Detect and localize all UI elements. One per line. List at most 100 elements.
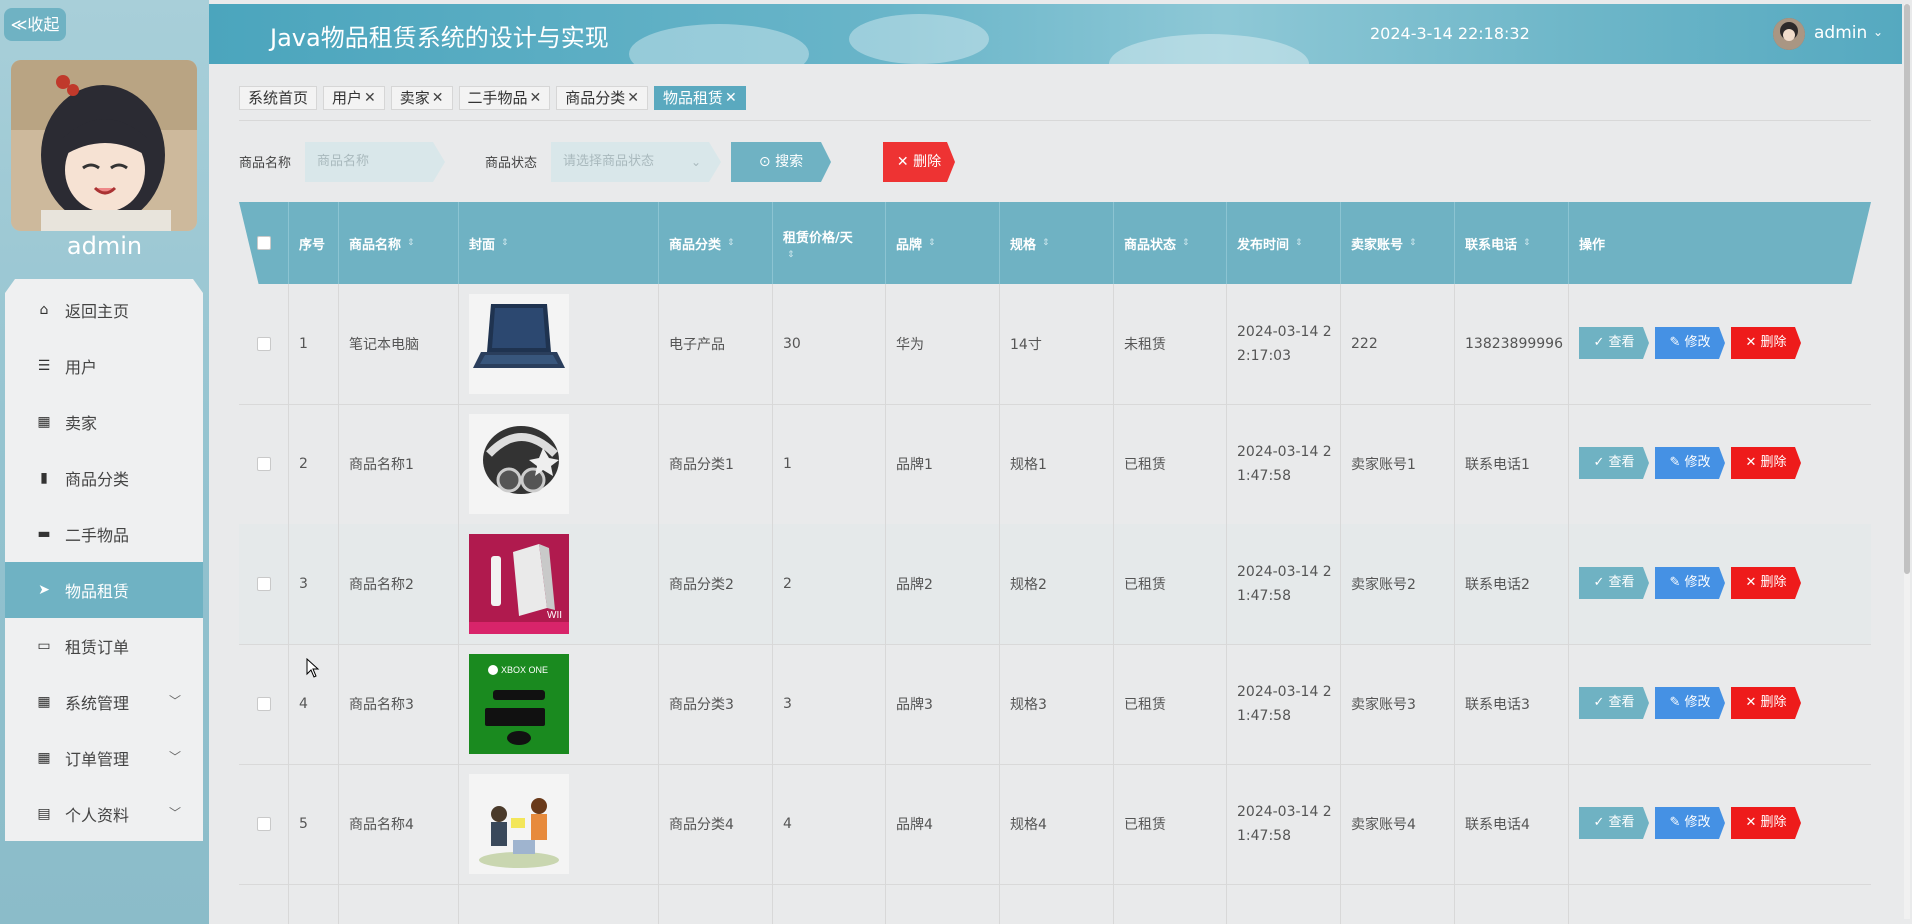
view-button[interactable]: ✓ 查看 [1579,327,1649,359]
cell-spec: 14寸 [1000,284,1114,404]
delete-button[interactable]: ✕ 删除 [1731,447,1801,479]
sidebar-item-orders[interactable]: ▦ 订单管理 ﹀ [5,730,203,786]
sidebar-item-rental-orders[interactable]: ▭ 租赁订单 [5,618,203,674]
grid-icon: ▦ [37,414,51,430]
status-filter-select[interactable]: 请选择商品状态 ⌄ [551,142,721,182]
cell-phone: 联系电话1 [1455,404,1569,524]
sort-icon[interactable]: ⇕ [1295,238,1303,248]
collapse-sidebar-button[interactable]: ≪收起 [4,8,66,41]
row-checkbox[interactable] [256,337,271,351]
cell-actions: ✓ 查看 ✎ 修改 ✕ 删除 [1569,404,1871,524]
sort-icon[interactable]: ⇕ [1409,238,1417,248]
row-checkbox[interactable] [256,577,271,591]
col-header-status[interactable]: 商品状态 ⇕ [1114,202,1227,284]
sidebar-item-sellers[interactable]: ▦ 卖家 [5,394,203,450]
row-checkbox[interactable] [256,697,271,711]
close-icon[interactable]: ✕ [432,87,444,109]
app-title: Java物品租赁系统的设计与实现 [270,24,609,52]
col-header-no[interactable]: 序号 [289,202,339,284]
col-header-brand[interactable]: 品牌 ⇕ [886,202,1000,284]
view-button[interactable]: ✓ 查看 [1579,567,1649,599]
row-checkbox[interactable] [256,817,271,831]
check-icon: ✓ [1593,695,1605,710]
delete-button[interactable]: ✕ 删除 [1731,807,1801,839]
col-header-actions: 操作 [1569,202,1871,284]
col-header-category[interactable]: 商品分类 ⇕ [659,202,773,284]
delete-button[interactable]: ✕ 删除 [1731,687,1801,719]
col-header-cover[interactable]: 封面 ⇕ [459,202,659,284]
view-button[interactable]: ✓ 查看 [1579,447,1649,479]
edit-button[interactable]: ✎ 修改 [1655,687,1725,719]
name-filter-input[interactable]: 商品名称 [305,142,445,182]
time-line: 1:47:58 [1237,828,1291,844]
row-checkbox[interactable] [256,457,271,471]
view-button[interactable]: ✓ 查看 [1579,687,1649,719]
edit-button[interactable]: ✎ 修改 [1655,447,1725,479]
table-row: 1 笔记本电脑 电子产品 30 华为 14寸 未租赁 2024-03-14 2 2:17:03… [239,284,1871,405]
tab-categories[interactable]: 商品分类 ✕ [556,86,649,110]
sort-icon[interactable]: ⇕ [787,250,795,260]
sidebar-item-categories[interactable]: ▮ 商品分类 [5,450,203,506]
tab-label: 二手物品 [467,89,528,107]
user-menu-name[interactable]: admin [1814,23,1867,43]
sidebar-item-users[interactable]: ☰ 用户 [5,338,203,394]
col-header-phone[interactable]: 联系电话 ⇕ [1455,202,1569,284]
sort-icon[interactable]: ⇕ [928,238,936,248]
scrollbar-thumb[interactable] [1904,4,1910,574]
sort-icon[interactable]: ⇕ [407,238,415,248]
sidebar-item-secondhand[interactable]: ▬ 二手物品 [5,506,203,562]
bulk-delete-button[interactable]: ✕ 删除 [883,142,955,182]
cell-empty [1114,884,1227,924]
cell-empty [886,884,1000,924]
col-label: 租赁价格/天 [783,230,853,246]
close-icon[interactable]: ✕ [530,87,542,109]
chevron-down-icon[interactable]: ⌄ [1873,25,1883,39]
sidebar-item-label: 个人资料 [65,806,130,825]
sidebar: ≪收起 admin ⌂ 返回主页 ☰ 用户 ▦ 卖家 ▮ 商品分类 ▬ 二手物品… [0,0,209,924]
close-icon[interactable]: ✕ [364,87,376,109]
close-icon[interactable]: ✕ [627,87,639,109]
delete-button[interactable]: ✕ 删除 [1731,327,1801,359]
select-all-checkbox[interactable] [256,236,271,250]
sidebar-item-rental[interactable]: ➤ 物品租赁 [5,562,203,618]
main-content: 系统首页 用户 ✕ 卖家 ✕ 二手物品 ✕ 商品分类 ✕ 物品租赁 ✕ 商品名称 商品名称… [209,64,1902,924]
view-button[interactable]: ✓ 查看 [1579,807,1649,839]
select-placeholder: 请选择商品状态 [563,154,655,169]
tab-home[interactable]: 系统首页 [239,86,318,110]
name-filter-label: 商品名称 [239,156,292,171]
close-icon[interactable]: ✕ [725,87,737,109]
close-icon: ✕ [1745,695,1757,710]
sidebar-item-home[interactable]: ⌂ 返回主页 [5,282,203,338]
cell-no: 3 [289,524,339,644]
col-label: 商品分类 [669,237,722,253]
sort-icon[interactable]: ⇕ [1042,238,1050,248]
sort-icon[interactable]: ⇕ [1523,238,1531,248]
sidebar-item-profile[interactable]: ▤ 个人资料 ﹀ [5,786,203,841]
col-header-name[interactable]: 商品名称 ⇕ [339,202,459,284]
mouse-cursor-icon [306,658,320,678]
cell-brand: 品牌3 [886,644,1000,764]
delete-button[interactable]: ✕ 删除 [1731,567,1801,599]
col-header-price[interactable]: 租赁价格/天 ⇕ [773,202,886,284]
table-header: 序号 商品名称 ⇕ 封面 ⇕ 商品分类 ⇕ 租赁价格/天 ⇕ 品牌 ⇕ 规格 ⇕ 商品状态 ⇕… [239,202,1871,284]
tab-sellers[interactable]: 卖家 ✕ [390,86,453,110]
edit-button[interactable]: ✎ 修改 [1655,807,1725,839]
col-header-time[interactable]: 发布时间 ⇕ [1227,202,1341,284]
sort-icon[interactable]: ⇕ [1182,238,1190,248]
col-header-seller[interactable]: 卖家账号 ⇕ [1341,202,1455,284]
sidebar-item-system[interactable]: ▦ 系统管理 ﹀ [5,674,203,730]
user-avatar[interactable] [1773,18,1805,50]
cell-cover [459,284,659,404]
edit-button[interactable]: ✎ 修改 [1655,327,1725,359]
edit-button[interactable]: ✎ 修改 [1655,567,1725,599]
search-button[interactable]: ⊙ 搜索 [731,142,831,182]
sort-icon[interactable]: ⇕ [727,238,735,248]
sort-icon[interactable]: ⇕ [501,238,509,248]
sidebar-item-label: 订单管理 [65,750,130,769]
col-header-spec[interactable]: 规格 ⇕ [1000,202,1114,284]
tab-secondhand[interactable]: 二手物品 ✕ [458,86,551,110]
tab-users[interactable]: 用户 ✕ [323,86,385,110]
cell-price: 30 [773,284,886,404]
tab-rental[interactable]: 物品租赁 ✕ [654,86,746,110]
page-scrollbar[interactable] [1904,4,1910,919]
